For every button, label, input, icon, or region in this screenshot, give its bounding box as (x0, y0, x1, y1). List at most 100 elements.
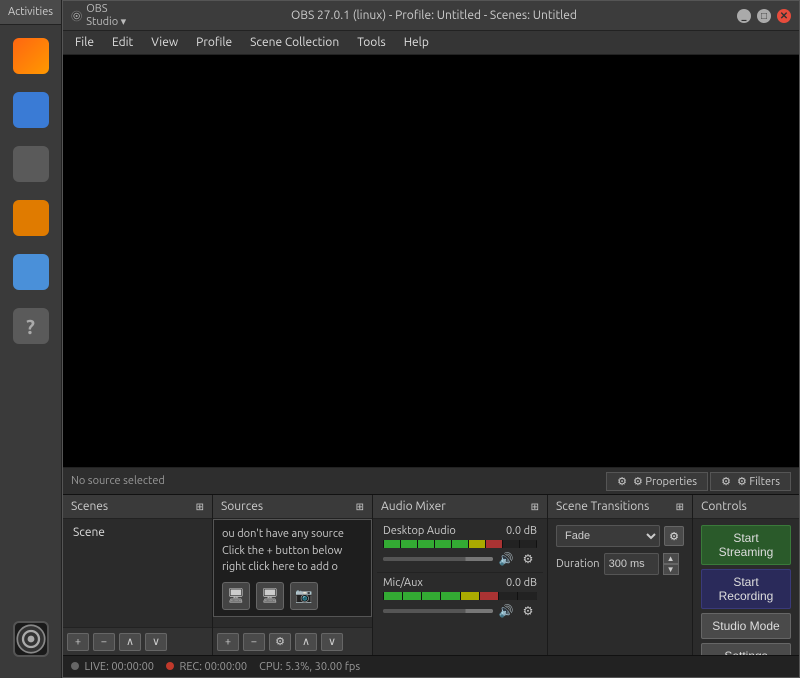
scenes-remove-button[interactable]: − (93, 633, 115, 651)
sources-down-button[interactable]: ∨ (321, 633, 343, 651)
filters-tab[interactable]: ⚙ ⚙ Filters (710, 472, 791, 491)
bottom-statusbar: LIVE: 00:00:00 REC: 00:00:00 CPU: 5.3%, … (63, 655, 799, 677)
scenes-add-button[interactable]: + (67, 633, 89, 651)
start-streaming-button[interactable]: Start Streaming (701, 525, 791, 565)
studio-mode-button[interactable]: Studio Mode (701, 613, 791, 639)
audio-desktop-settings[interactable]: ⚙ (519, 550, 537, 568)
meter-seg-green-3 (418, 540, 434, 548)
audio-mixer-icon[interactable]: ⊞ (531, 501, 539, 513)
live-time: 00:00:00 (111, 661, 154, 673)
audio-desktop-controls: 🔊 ⚙ (383, 550, 537, 568)
menu-view[interactable]: View (143, 34, 186, 51)
audio-mic-meter (383, 592, 537, 600)
menu-profile[interactable]: Profile (188, 34, 240, 51)
music-icon (13, 200, 49, 236)
audio-mic-settings[interactable]: ⚙ (519, 602, 537, 620)
close-button[interactable]: ✕ (777, 9, 791, 23)
taskbar-app-mail[interactable] (8, 87, 54, 133)
transitions-content: Fade Cut Swipe ⚙ Duration ▲ ▼ (548, 519, 692, 655)
source-icon-buttons: 🖥 🖥 📷 (222, 582, 363, 610)
rec-status-dot (166, 662, 174, 670)
controls-content: Start Streaming Start Recording Studio M… (693, 519, 799, 655)
controls-title: Controls (701, 500, 747, 513)
transitions-icon[interactable]: ⊞ (676, 501, 684, 513)
audio-mic-mute[interactable]: 🔊 (497, 602, 515, 620)
minimize-button[interactable]: _ (737, 9, 751, 23)
properties-tab[interactable]: ⚙ ⚙ Properties (606, 472, 708, 491)
mic-meter-seg-green-3 (422, 592, 440, 600)
statusbar: No source selected ⚙ ⚙ Properties ⚙ ⚙ Fi… (63, 467, 799, 495)
statusbar-buttons: ⚙ ⚙ Properties ⚙ ⚙ Filters (606, 472, 791, 491)
transition-row: Fade Cut Swipe ⚙ (556, 525, 684, 547)
taskbar-app-firefox[interactable] (8, 33, 54, 79)
duration-down-arrow[interactable]: ▼ (663, 564, 679, 575)
help-icon: ? (13, 308, 49, 344)
mail-icon (13, 92, 49, 128)
meter-seg-dark-1 (503, 540, 519, 548)
taskbar-app-docs[interactable] (8, 249, 54, 295)
menu-scene-collection[interactable]: Scene Collection (242, 34, 347, 51)
source-icon-camera[interactable]: 📷 (290, 582, 318, 610)
menu-edit[interactable]: Edit (104, 34, 141, 51)
taskbar-app-files[interactable] (8, 141, 54, 187)
source-hint-popup: ou don't have any source Click the + but… (213, 519, 372, 617)
duration-row: Duration ▲ ▼ (556, 553, 684, 575)
audio-desktop-slider[interactable] (383, 557, 493, 561)
source-icon-window[interactable]: 🖥 (256, 582, 284, 610)
sources-add-button[interactable]: + (217, 633, 239, 651)
firefox-icon (13, 38, 49, 74)
start-recording-button[interactable]: Start Recording (701, 569, 791, 609)
scenes-panel: Scenes ⊞ Scene + − ∧ ∨ (63, 495, 213, 655)
audio-mixer-header: Audio Mixer ⊞ (373, 495, 547, 519)
scenes-panel-icon[interactable]: ⊞ (196, 501, 204, 513)
sources-panel-header: Sources ⊞ (213, 495, 372, 519)
menu-tools[interactable]: Tools (349, 34, 394, 51)
source-hint-line3: right click here to add o (222, 559, 363, 576)
scene-item[interactable]: Scene (67, 523, 208, 542)
filters-gear-icon: ⚙ (721, 475, 731, 488)
activities-button[interactable]: Activities (0, 0, 61, 25)
sources-remove-button[interactable]: − (243, 633, 265, 651)
scenes-up-button[interactable]: ∧ (119, 633, 141, 651)
sources-settings-button[interactable]: ⚙ (269, 633, 291, 651)
source-icon-monitor[interactable]: 🖥 (222, 582, 250, 610)
audio-mic-header: Mic/Aux 0.0 dB (383, 577, 537, 589)
meter-seg-red-1 (486, 540, 502, 548)
transition-type-select[interactable]: Fade Cut Swipe (556, 525, 660, 547)
sources-toolbar: + − ⚙ ∧ ∨ (213, 627, 372, 655)
audio-desktop-mute[interactable]: 🔊 (497, 550, 515, 568)
activities-label: Activities (8, 6, 53, 18)
menu-file[interactable]: File (67, 34, 102, 51)
mic-meter-seg-dark-2 (518, 592, 536, 600)
obs-icon (13, 621, 49, 657)
sources-up-button[interactable]: ∧ (295, 633, 317, 651)
audio-mic-db: 0.0 dB (506, 577, 537, 589)
audio-mic-slider-thumb (383, 609, 493, 613)
duration-up-arrow[interactable]: ▲ (663, 553, 679, 564)
duration-arrows: ▲ ▼ (663, 553, 679, 575)
sources-panel-icon[interactable]: ⊞ (356, 501, 364, 513)
audio-desktop-label: Desktop Audio (383, 525, 456, 537)
scenes-toolbar: + − ∧ ∨ (63, 627, 212, 655)
audio-desktop-db: 0.0 dB (506, 525, 537, 537)
source-hint-line2: Click the + button below (222, 543, 363, 560)
docs-icon (13, 254, 49, 290)
settings-button[interactable]: Settings (701, 643, 791, 655)
sources-panel-content: ou don't have any source Click the + but… (213, 519, 372, 627)
controls-header: Controls (693, 495, 799, 519)
live-status-dot (71, 662, 79, 670)
scenes-down-button[interactable]: ∨ (145, 633, 167, 651)
duration-input[interactable] (604, 553, 659, 575)
taskbar-app-music[interactable] (8, 195, 54, 241)
menu-help[interactable]: Help (396, 34, 437, 51)
cpu-info: CPU: 5.3%, 30.00 fps (259, 661, 360, 673)
meter-seg-dark-2 (520, 540, 536, 548)
audio-mic-slider[interactable] (383, 609, 493, 613)
taskbar-app-obs[interactable] (8, 616, 54, 662)
audio-desktop-header: Desktop Audio 0.0 dB (383, 525, 537, 537)
taskbar-app-help[interactable]: ? (8, 303, 54, 349)
maximize-button[interactable]: □ (757, 9, 771, 23)
transition-gear-button[interactable]: ⚙ (664, 526, 684, 546)
no-source-label: No source selected (71, 475, 165, 487)
scenes-panel-content: Scene (63, 519, 212, 627)
